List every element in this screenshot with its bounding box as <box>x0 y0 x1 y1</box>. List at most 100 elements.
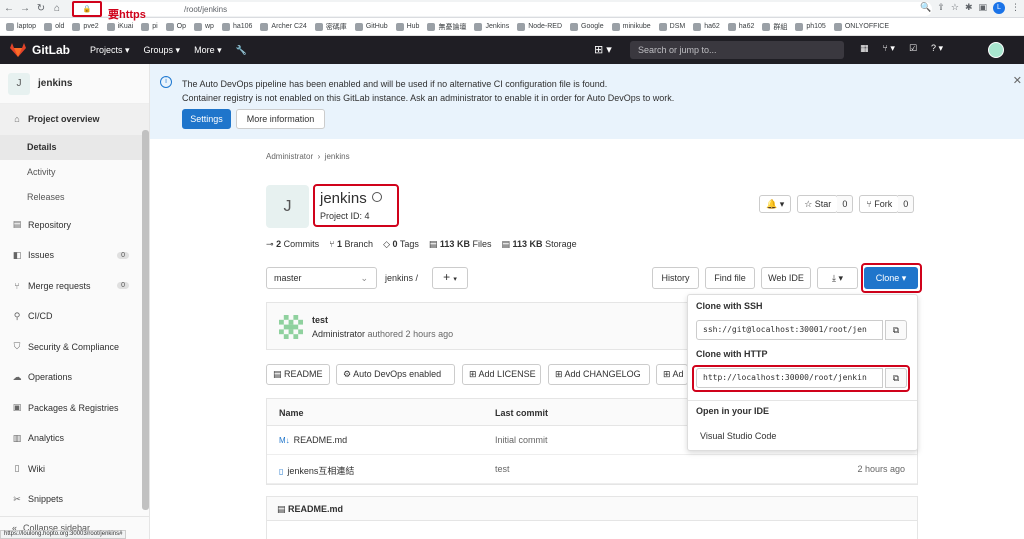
readme-pill[interactable]: ▤ README <box>266 364 330 385</box>
commit-author[interactable]: Administrator <box>312 329 365 339</box>
bookmark-item[interactable]: laptop <box>6 22 36 31</box>
sidebar-item-details[interactable]: Details <box>0 134 149 160</box>
bookmark-item[interactable]: GitHub <box>354 22 388 31</box>
menu-projects[interactable]: Projects ▾ <box>90 45 130 56</box>
notification-button[interactable]: 🔔 ▾ <box>759 195 792 213</box>
bookmark-item[interactable]: DSM <box>658 22 685 31</box>
sidebar-item-repository[interactable]: ▤ Repository <box>0 210 149 241</box>
bookmark-item[interactable]: pve2 <box>72 22 99 31</box>
commit-message[interactable]: test <box>312 315 328 325</box>
commits-stat[interactable]: ⊸ 2 Commits <box>266 239 319 250</box>
bookmark-item[interactable]: ha106 <box>221 22 252 31</box>
bookmark-item[interactable]: Archer C24 <box>260 22 307 31</box>
browser-menu-icon[interactable]: ⋮ <box>1011 2 1020 14</box>
fork-count[interactable]: 0 <box>898 195 915 213</box>
branch-stat[interactable]: ⑂ 1 Branch <box>329 239 373 250</box>
sidepanel-icon[interactable]: ▣ <box>978 2 987 14</box>
web-ide-button[interactable]: Web IDE <box>761 267 811 289</box>
forward-icon[interactable]: → <box>18 3 32 14</box>
sidebar-item-wiki[interactable]: ▯ Wiki <box>0 454 149 485</box>
bookmark-item[interactable]: 無憂論壇 <box>427 22 466 32</box>
menu-groups[interactable]: Groups ▾ <box>144 45 181 56</box>
sidebar-item-project-overview[interactable]: ⌂ Project overview <box>0 104 149 135</box>
star-count[interactable]: 0 <box>837 195 854 213</box>
home-icon[interactable]: ⌂ <box>50 3 64 14</box>
sidebar-item-issues[interactable]: ◧ Issues 0 <box>0 240 149 271</box>
share-icon[interactable]: ⇪ <box>937 2 945 14</box>
commit-author-avatar[interactable] <box>279 315 303 339</box>
breadcrumb-current[interactable]: jenkins <box>325 152 350 161</box>
lock-icon[interactable]: 🔒 <box>72 1 102 17</box>
bookmark-item[interactable]: old <box>44 22 64 31</box>
close-icon[interactable]: ✕ <box>1013 74 1022 87</box>
sidebar-item-analytics[interactable]: ▥ Analytics <box>0 423 149 454</box>
files-stat[interactable]: ▤ 113 KB Files <box>429 239 492 250</box>
address-bar[interactable]: 🔒 /root/jenkins <box>72 1 932 17</box>
fork-button[interactable]: ⑂ Fork <box>859 195 900 213</box>
menu-more[interactable]: More ▾ <box>194 45 222 56</box>
breadcrumb-parent[interactable]: Administrator <box>266 152 313 161</box>
bookmark-item[interactable]: iKuai <box>106 22 133 31</box>
sidebar-item-releases[interactable]: Releases <box>0 185 149 210</box>
auto-devops-pill[interactable]: ⚙ Auto DevOps enabled <box>336 364 455 385</box>
file-last-commit[interactable]: Initial commit <box>495 435 548 445</box>
sidebar-item-merge-requests[interactable]: ⑂ Merge requests 0 <box>0 271 149 302</box>
table-row[interactable]: ▯ jenkens互相連結 test 2 hours ago <box>267 455 917 484</box>
star-button[interactable]: ☆ Star <box>797 195 839 213</box>
gitlab-logo[interactable]: GitLab <box>10 43 70 57</box>
download-button[interactable]: ⤓ ▾ <box>817 267 858 289</box>
sidebar-item-operations[interactable]: ☁ Operations <box>0 362 149 393</box>
bookmark-item[interactable]: 密碼庫 <box>314 22 347 32</box>
bookmark-star-icon[interactable]: ☆ <box>951 2 959 14</box>
bookmark-item[interactable]: Node-RED <box>517 22 562 31</box>
clone-button[interactable]: Clone ▾ <box>864 267 918 289</box>
history-button[interactable]: History <box>652 267 699 289</box>
sidebar-item-snippets[interactable]: ✂ Snippets <box>0 484 149 515</box>
back-icon[interactable]: ← <box>2 3 16 14</box>
file-name[interactable]: ▯ jenkens互相連結 <box>279 464 354 477</box>
user-avatar[interactable] <box>988 42 1004 58</box>
sidebar-project-header[interactable]: J jenkins <box>0 64 149 104</box>
tags-stat[interactable]: ◇ 0 Tags <box>383 239 419 250</box>
bookmark-item[interactable]: wp <box>193 22 214 31</box>
todos-icon[interactable]: ☑ <box>909 43 917 54</box>
bookmark-item[interactable]: minikube <box>611 22 651 31</box>
help-icon[interactable]: ? ▾ <box>931 43 943 54</box>
merge-requests-icon[interactable]: ⑂ ▾ <box>883 43 895 54</box>
branch-selector[interactable]: master ⌄ <box>266 267 377 289</box>
search-input[interactable]: Search or jump to... <box>630 41 844 59</box>
bookmark-item[interactable]: ONLYOFFICE <box>833 22 889 31</box>
more-information-button[interactable]: More information <box>236 109 325 129</box>
issues-icon[interactable]: ▦ <box>860 43 869 54</box>
bookmark-item[interactable]: Google <box>570 22 604 31</box>
extensions-icon[interactable]: ✱ <box>965 2 973 14</box>
browser-profile-avatar[interactable]: L <box>993 2 1005 14</box>
add-changelog-pill[interactable]: ⊞ Add CHANGELOG <box>548 364 650 385</box>
bookmark-item[interactable]: Jenkins <box>474 22 509 31</box>
sidebar-scrollbar[interactable] <box>142 130 149 510</box>
new-item-icon[interactable]: ⊞ ▾ <box>594 43 612 56</box>
file-last-commit[interactable]: test <box>495 464 510 474</box>
bookmark-item[interactable]: Op <box>165 22 186 31</box>
add-more-pill[interactable]: ⊞ Ad <box>656 364 688 385</box>
sidebar-item-security[interactable]: ⛉ Security & Compliance <box>0 332 149 363</box>
clone-ssh-url-input[interactable]: ssh://git@localhost:30001/root/jen <box>696 320 883 340</box>
sidebar-item-activity[interactable]: Activity <box>0 160 149 185</box>
bookmark-item[interactable]: ph105 <box>795 22 826 31</box>
admin-wrench-icon[interactable]: 🔧 <box>236 45 247 56</box>
reload-icon[interactable]: ↻ <box>34 3 48 14</box>
sidebar-item-cicd[interactable]: ⚲ CI/CD <box>0 301 149 332</box>
settings-button[interactable]: Settings <box>182 109 231 129</box>
bookmark-item[interactable]: 群組 <box>762 22 787 32</box>
bookmark-item[interactable]: Hub <box>395 22 419 31</box>
copy-ssh-url-icon[interactable]: ⧉ <box>885 320 907 340</box>
file-name[interactable]: M↓ README.md <box>279 435 347 445</box>
bookmark-item[interactable]: pi <box>141 22 158 31</box>
bookmark-item[interactable]: ha62 <box>727 22 754 31</box>
add-license-pill[interactable]: ⊞ Add LICENSE <box>462 364 541 385</box>
sidebar-item-packages[interactable]: ▣ Packages & Registries <box>0 393 149 424</box>
add-file-button[interactable]: + ▾ <box>432 267 468 289</box>
find-file-button[interactable]: Find file <box>705 267 755 289</box>
bookmark-item[interactable]: ha62 <box>693 22 720 31</box>
zoom-icon[interactable]: 🔍 <box>920 2 931 14</box>
